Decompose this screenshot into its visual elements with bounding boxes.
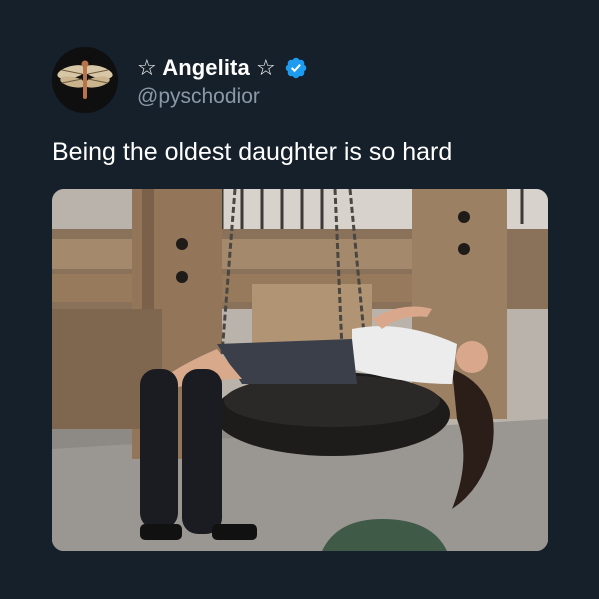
author-name-row[interactable]: ☆ Angelita ☆: [137, 54, 308, 82]
tweet-text: Being the oldest daughter is so hard: [52, 138, 453, 166]
tweet-media-photo[interactable]: [52, 189, 548, 551]
photo-image: [52, 189, 548, 551]
author-handle[interactable]: @pyschodior: [137, 85, 260, 109]
author-display-name[interactable]: ☆ Angelita ☆: [137, 55, 276, 81]
avatar[interactable]: [52, 47, 118, 113]
verified-badge-icon: [284, 56, 308, 80]
dragonfly-icon: [52, 47, 118, 113]
tweet-card: ☆ Angelita ☆ @pyschodior Being the oldes…: [0, 0, 599, 599]
